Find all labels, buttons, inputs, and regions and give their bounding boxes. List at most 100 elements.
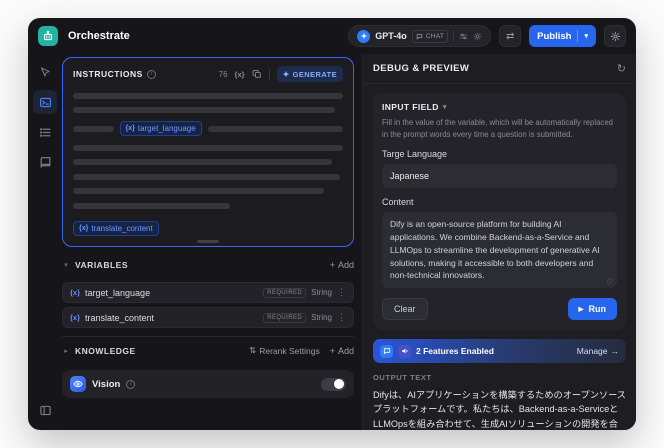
prompt-editor[interactable]: {x} target_language {x} translate_conten… xyxy=(73,84,343,236)
required-badge: REQUIRED xyxy=(263,312,307,323)
manage-features-button[interactable]: Manage → xyxy=(577,346,619,356)
target-language-value: Japanese xyxy=(390,171,430,182)
instructions-title: INSTRUCTIONS xyxy=(73,69,143,79)
output-section: OUTPUT TEXT Difyは、AIアプリケーションを構築するためのオープン… xyxy=(373,373,626,429)
toggle-knob xyxy=(334,379,344,389)
variable-more-icon[interactable]: ⋮ xyxy=(337,287,346,298)
sparkle-icon: ✦ xyxy=(282,69,290,79)
nav-logs-icon[interactable] xyxy=(33,120,57,144)
pointer-tool-icon[interactable] xyxy=(33,60,57,84)
add-knowledge-button[interactable]: + Add xyxy=(330,346,354,356)
variable-type: String xyxy=(311,313,332,322)
add-variable-button[interactable]: + Add xyxy=(330,260,354,270)
app-settings-button[interactable] xyxy=(604,25,626,47)
play-icon: ▶ xyxy=(578,306,584,314)
app-logo[interactable] xyxy=(38,26,58,46)
skeleton-line xyxy=(73,92,343,99)
skeleton-line xyxy=(73,188,325,194)
content-value: Dify is an open-source platform for buil… xyxy=(390,219,600,281)
eye-icon xyxy=(70,376,86,392)
gear-icon[interactable] xyxy=(473,32,482,41)
info-icon: i xyxy=(146,69,156,79)
output-title: OUTPUT TEXT xyxy=(373,373,432,383)
variable-chip-translate-content[interactable]: {x} translate_content xyxy=(73,220,159,236)
instructions-header: INSTRUCTIONS i 76 {x} ✦ GENERATE xyxy=(73,66,343,82)
skeleton-line xyxy=(73,144,343,151)
skeleton-line xyxy=(73,107,335,113)
variable-name: translate_content xyxy=(85,312,155,323)
skeleton-line xyxy=(207,125,343,132)
model-param-icons xyxy=(459,32,482,41)
chevron-down-icon: ▾ xyxy=(442,104,447,111)
variable-icon: {x} xyxy=(70,313,81,322)
vision-feature-card: Vision i xyxy=(62,370,354,398)
rerank-icon: ⇅ xyxy=(249,345,257,355)
rerank-settings-button[interactable]: ⇅ Rerank Settings xyxy=(249,345,320,356)
variable-icon: {x} xyxy=(125,125,135,132)
nav-knowledge-icon[interactable] xyxy=(33,150,57,174)
plus-icon: + xyxy=(329,260,335,270)
copy-icon[interactable] xyxy=(252,69,262,79)
chevron-down-icon: ▾ xyxy=(584,33,588,40)
divider xyxy=(577,30,579,42)
vision-title: Vision xyxy=(92,378,121,390)
divider xyxy=(453,30,455,42)
variable-icon: {x} xyxy=(70,288,81,297)
input-field-title: INPUT FIELD xyxy=(382,102,439,112)
resize-grip[interactable] xyxy=(607,278,614,286)
clear-button[interactable]: Clear xyxy=(382,298,428,321)
required-badge: REQUIRED xyxy=(263,287,307,298)
debug-preview-panel: DEBUG & PREVIEW ↻ INPUT FIELD ▾ Fill in … xyxy=(362,54,636,430)
swap-model-button[interactable]: ⇄ xyxy=(499,25,522,47)
features-enabled-bar[interactable]: 2 Features Enabled Manage → xyxy=(373,339,626,364)
content-textarea[interactable]: Dify is an open-source platform for buil… xyxy=(382,212,617,289)
plus-icon: + xyxy=(329,345,335,356)
target-language-label: Targe Language xyxy=(382,149,448,160)
info-icon: i xyxy=(126,379,136,389)
publish-button[interactable]: Publish ▾ xyxy=(529,25,596,47)
variable-icon: {x} xyxy=(79,224,89,232)
insert-variable-icon[interactable]: {x} xyxy=(235,70,245,79)
debug-title: DEBUG & PREVIEW xyxy=(373,63,470,74)
chevron-down-icon[interactable]: ▾ xyxy=(62,261,70,269)
input-field-card: INPUT FIELD ▾ Fill in the value of the v… xyxy=(373,93,626,331)
app-header: Orchestrate GPT-4o CHAT ⇄ Publish ▾ xyxy=(28,18,636,54)
gear-icon xyxy=(610,31,620,41)
target-language-select[interactable]: Japanese xyxy=(382,164,617,189)
variable-more-icon[interactable]: ⋮ xyxy=(337,312,346,323)
run-button[interactable]: ▶ Run xyxy=(567,298,617,321)
debug-header: DEBUG & PREVIEW ↻ xyxy=(363,54,636,84)
variables-title: VARIABLES xyxy=(75,260,128,270)
model-provider-icon xyxy=(357,29,371,43)
knowledge-title: KNOWLEDGE xyxy=(75,345,136,356)
input-field-header[interactable]: INPUT FIELD ▾ xyxy=(382,102,617,112)
variables-section-header: ▾ VARIABLES + Add xyxy=(62,252,354,278)
nav-orchestrate-icon[interactable] xyxy=(33,90,57,114)
feature-opener-icon xyxy=(380,344,393,358)
char-count: 76 xyxy=(218,69,228,79)
skeleton-line xyxy=(73,202,230,209)
variable-chip-target-language[interactable]: {x} target_language xyxy=(119,121,202,136)
skeleton-line xyxy=(73,125,114,132)
model-selector[interactable]: GPT-4o CHAT xyxy=(348,25,492,47)
variable-name: target_language xyxy=(85,287,151,298)
refresh-icon[interactable]: ↻ xyxy=(617,62,626,75)
output-text: Difyは、AIアプリケーションを構築するためのオープンソースプラットフォームで… xyxy=(373,390,626,429)
publish-label: Publish xyxy=(537,30,572,42)
model-name: GPT-4o xyxy=(375,31,407,41)
variable-row-translate-content[interactable]: {x} translate_content REQUIRED String ⋮ xyxy=(62,307,354,328)
chevron-right-icon[interactable]: ▸ xyxy=(62,347,70,355)
collapse-panel-icon[interactable] xyxy=(33,398,57,422)
variable-row-target-language[interactable]: {x} target_language REQUIRED String ⋮ xyxy=(62,282,354,303)
variable-type: String xyxy=(311,288,332,297)
generate-button[interactable]: ✦ GENERATE xyxy=(276,66,343,82)
content-label: Content xyxy=(382,197,414,208)
page-title: Orchestrate xyxy=(68,30,130,42)
left-nav-rail xyxy=(28,54,62,430)
knowledge-section-header: ▸ KNOWLEDGE ⇅ Rerank Settings + Add xyxy=(62,336,354,362)
arrow-right-icon: → xyxy=(610,346,620,357)
vision-toggle[interactable] xyxy=(321,377,346,391)
resize-handle[interactable] xyxy=(197,240,219,243)
skeleton-line xyxy=(73,173,341,180)
sliders-icon[interactable] xyxy=(459,32,468,41)
